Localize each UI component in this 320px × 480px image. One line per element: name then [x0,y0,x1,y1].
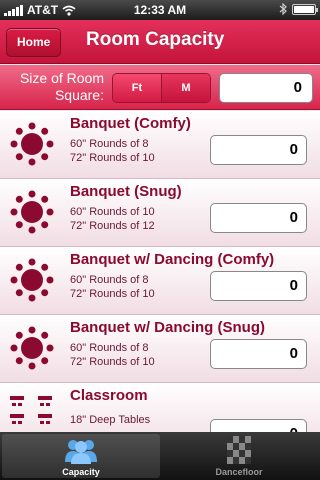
tab-dancefloor-label: Dancefloor [215,467,263,477]
list-item-title: Banquet (Comfy) [70,115,191,132]
capacity-value-field[interactable]: 0 [210,271,307,301]
list-item-detail: 18" Deep Tables [70,414,151,426]
list-item-banquet-dancing-comfy[interactable]: Banquet w/ Dancing (Comfy) 60" Rounds of… [0,247,320,315]
page-title: Room Capacity [86,29,225,50]
list-item-banquet-comfy[interactable]: Banquet (Comfy) 60" Rounds of 8 72" Roun… [0,111,320,179]
list-item-detail: 72" Rounds of 12 [70,220,155,232]
room-size-bar: Size of Room Square: Ft M 0 [0,65,320,110]
tab-capacity-label: Capacity [62,467,100,477]
list-item-banquet-dancing-snug[interactable]: Banquet w/ Dancing (Snug) 60" Rounds of … [0,315,320,383]
round-table-icon [10,326,54,370]
round-table-icon [10,122,54,166]
list-item-detail: 60" Rounds of 8 [70,274,149,286]
classroom-icon [10,396,52,424]
bluetooth-icon [279,3,287,15]
tab-bar: Capacity Dancefloor [0,432,320,480]
layout-list: Banquet (Comfy) 60" Rounds of 8 72" Roun… [0,111,320,432]
list-item-detail: 60" Rounds of 10 [70,206,155,218]
list-item-detail: 72" Rounds of 10 [70,356,155,368]
capacity-value-field[interactable]: 0 [210,339,307,369]
nav-bar: Home Room Capacity [0,20,320,64]
room-size-label: Size of Room Square: [6,70,104,104]
status-right [279,3,318,15]
list-item-banquet-snug[interactable]: Banquet (Snug) 60" Rounds of 10 72" Roun… [0,179,320,247]
unit-feet-segment[interactable]: Ft [113,74,161,102]
list-item-detail: 60" Rounds of 8 [70,342,149,354]
checkered-floor-icon [227,436,251,464]
list-item-detail: 60" Rounds of 8 [70,138,149,150]
round-table-icon [10,258,54,302]
list-item-title: Banquet w/ Dancing (Snug) [70,319,265,336]
home-button[interactable]: Home [6,28,62,57]
tab-capacity[interactable]: Capacity [2,434,160,478]
capacity-value-field[interactable]: 0 [210,135,307,165]
room-size-label-line1: Size of Room [19,70,104,86]
list-item-classroom[interactable]: Classroom 18" Deep Tables 0 [0,383,320,432]
status-time: 12:33 AM [133,3,187,17]
round-table-icon [10,190,54,234]
list-item-title: Classroom [70,387,148,404]
unit-segmented-control: Ft M [112,73,211,103]
list-item-detail: 72" Rounds of 10 [70,152,155,164]
unit-meters-segment[interactable]: M [161,74,210,102]
list-item-detail: 72" Rounds of 10 [70,288,155,300]
tab-dancefloor[interactable]: Dancefloor [160,434,318,478]
list-item-title: Banquet w/ Dancing (Comfy) [70,251,275,268]
room-size-input[interactable]: 0 [219,73,313,103]
status-bar: AT&T 12:33 AM [0,0,320,20]
capacity-value-field[interactable]: 0 [210,203,307,233]
battery-icon [292,3,318,15]
capacity-value-field[interactable]: 0 [210,419,307,432]
list-item-title: Banquet (Snug) [70,183,182,200]
people-icon [65,440,97,464]
room-size-label-line2: Square: [54,87,104,103]
